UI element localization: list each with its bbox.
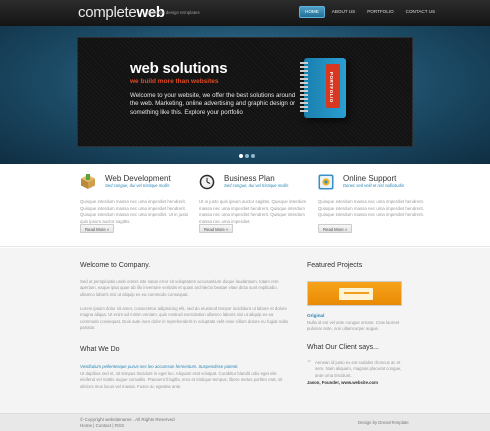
project-thumbnail-inner	[339, 288, 373, 300]
quote-icon: “	[307, 359, 312, 368]
project-description: Nulla id est vel ante congue ornare. Cra…	[307, 320, 400, 332]
hero-text: Welcome to your website, we offer the be…	[130, 92, 296, 116]
main-nav: HOME ABOUT US PORTFOLIO CONTACT US	[299, 6, 440, 18]
features-section: Web Development Sed congue, dui vel tris…	[0, 164, 490, 247]
hero-slide: web solutions we build more than website…	[77, 37, 413, 147]
project-link[interactable]: Original	[307, 313, 324, 318]
footer-links[interactable]: Home | Contact | RSS	[80, 423, 124, 428]
site-tagline: premium design templates	[147, 10, 200, 15]
support-icon	[318, 174, 334, 190]
feature-subtitle: Donec sed velit et nisl sollicitudin	[343, 183, 405, 188]
feature-text: Ut in justo quis ipsum auctor sagittis. …	[199, 199, 307, 224]
hero-banner: web solutions we build more than website…	[0, 26, 490, 164]
feature-subtitle: Sed congue, dui vel tristique mollis	[224, 183, 289, 188]
feature-title: Web Development	[105, 174, 171, 183]
book-label: PORTFOLIO	[329, 72, 334, 103]
nav-contact-us[interactable]: CONTACT US	[401, 6, 440, 18]
read-more-button[interactable]: Read More »	[80, 224, 115, 233]
site-footer: © Copyright websitename . All Rights Res…	[0, 413, 490, 431]
featured-projects-title: Featured Projects	[307, 262, 363, 269]
portfolio-book-icon: PORTFOLIO	[300, 58, 346, 118]
what-we-do-highlight: Vestibulum pellentesque purus nec leo ac…	[80, 364, 239, 369]
footer-designer[interactable]: Design by DreamTemplate	[358, 420, 409, 425]
read-more-button[interactable]: Read More »	[199, 224, 234, 233]
hero-subtitle: we build more than websites	[130, 78, 219, 85]
feature-title: Business Plan	[224, 174, 275, 183]
nav-home[interactable]: HOME	[299, 6, 325, 18]
what-we-do-text: Ut dapibus sed et, sit tempus tincidunt …	[80, 371, 283, 389]
read-more-button[interactable]: Read More »	[318, 224, 353, 233]
feature-title: Online Support	[343, 174, 397, 183]
box-icon	[81, 174, 95, 189]
welcome-paragraph-2: Lorem ipsum dolor sit amet, consectetur …	[80, 306, 288, 331]
slider-dot-3[interactable]	[251, 154, 255, 158]
feature-text: Quisque interdum massa nec uma imperdiet…	[318, 199, 424, 217]
client-says-title: What Our Client says...	[307, 344, 379, 351]
book-rings	[300, 62, 308, 114]
featured-project-thumbnail[interactable]	[307, 281, 402, 306]
feature-subtitle: Sed congue, dui vel tristique mollis	[105, 183, 170, 188]
slider-dots	[239, 154, 255, 158]
site-header: completeweb premium design templates HOM…	[0, 0, 490, 26]
feature-text: Quisque interdum massa nec uma imperdiet…	[80, 199, 189, 224]
main-content: Welcome to Company. Sed ut perspiciatis …	[0, 248, 490, 413]
hero-title: web solutions	[130, 60, 228, 77]
clock-icon	[199, 174, 215, 190]
welcome-paragraph-1: Sed ut perspiciatis unde omnis iste natu…	[80, 279, 279, 297]
logo-light-text: complete	[78, 4, 137, 21]
nav-about-us[interactable]: ABOUT US	[327, 6, 360, 18]
project-thumbnail-line	[344, 292, 369, 294]
nav-portfolio[interactable]: PORTFOLIO	[362, 6, 398, 18]
welcome-title: Welcome to Company.	[80, 262, 151, 269]
client-quote: Aenean id justo ex est sodales rhoncus a…	[315, 360, 402, 378]
slider-dot-1[interactable]	[239, 154, 243, 158]
footer-copyright: © Copyright websitename . All Rights Res…	[80, 417, 175, 422]
slider-dot-2[interactable]	[245, 154, 249, 158]
what-we-do-title: What We Do	[80, 346, 120, 353]
client-author: Jason, Founder, www.website.com	[307, 380, 378, 385]
